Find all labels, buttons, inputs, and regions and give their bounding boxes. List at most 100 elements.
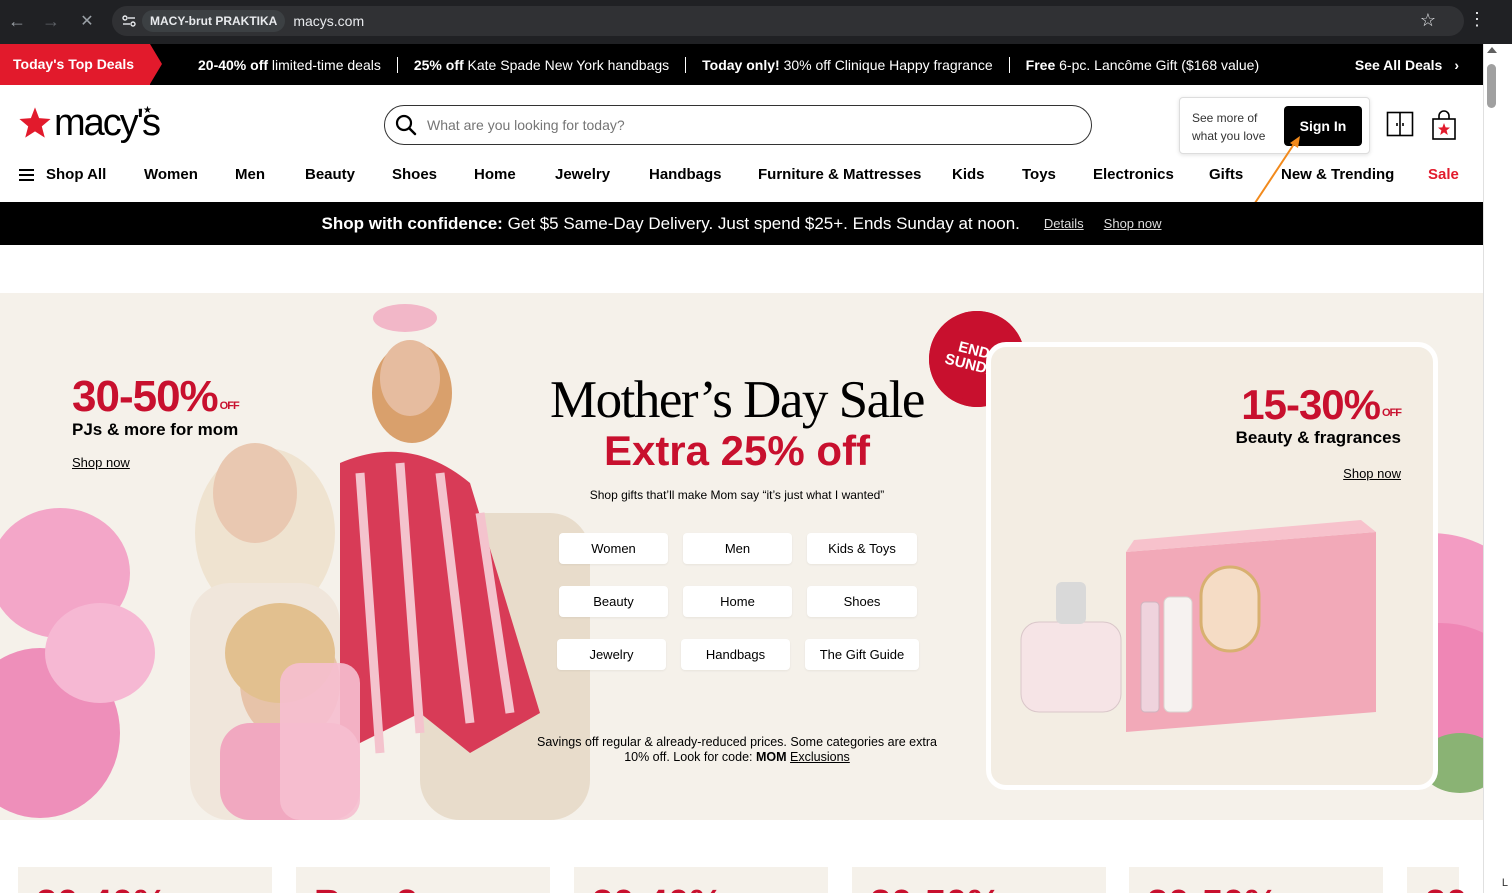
left-offer-pct: 30-50%	[72, 372, 219, 421]
bookmark-star-icon[interactable]: ☆	[1420, 10, 1436, 31]
right-offer: 15-30% OFF Beauty & fragrances Shop now	[1235, 381, 1402, 482]
hero-title: Mother’s Day Sale	[550, 371, 925, 429]
deal-tile[interactable]: 30	[1407, 867, 1467, 893]
nav-item-women[interactable]: Women	[144, 161, 198, 189]
nav-item-gifts[interactable]: Gifts	[1209, 161, 1243, 189]
category-button[interactable]: Jewelry	[557, 639, 666, 670]
category-button[interactable]: Beauty	[559, 586, 668, 617]
left-offer: 30-50% OFF PJs & more for mom Shop now	[72, 372, 240, 471]
left-offer-off: OFF	[219, 400, 240, 412]
hero-tagline: Shop gifts that’ll make Mom say “it’s ju…	[589, 488, 885, 502]
right-offer-percent: 15-30% OFF	[1236, 381, 1402, 428]
url-text[interactable]: macys.com	[293, 13, 364, 29]
nav-item-sale[interactable]: Sale	[1428, 161, 1459, 189]
nav-item-new-trending[interactable]: New & Trending	[1281, 161, 1394, 189]
macys-logo[interactable]: macy's ★	[18, 103, 161, 143]
nav-item-electronics[interactable]: Electronics	[1093, 161, 1174, 189]
deal-tile[interactable]: 30-40%	[18, 867, 272, 893]
category-button[interactable]: Handbags	[681, 639, 790, 670]
browser-menu-icon[interactable]: ⋮	[1468, 10, 1486, 28]
deals-list: 20-40% off limited-time deals 25% off Ka…	[198, 56, 1275, 73]
page-scrollbar[interactable]: L	[1483, 44, 1512, 893]
hero-extra-off: Extra 25% off	[603, 427, 871, 474]
back-icon[interactable]: ←	[0, 4, 34, 38]
forward-icon[interactable]: →	[34, 4, 68, 38]
category-button[interactable]: Shoes	[807, 586, 917, 617]
deal-item[interactable]: 25% off Kate Spade New York handbags	[398, 56, 687, 73]
deal-bold: 25% off	[413, 56, 464, 73]
deal-text: 30% off Clinique Happy fragrance	[779, 56, 993, 73]
nav-item-jewelry[interactable]: Jewelry	[555, 161, 610, 189]
scrollbar-thumb[interactable]	[1487, 64, 1496, 108]
star-icon	[19, 107, 51, 138]
nav-item-beauty[interactable]: Beauty	[305, 161, 355, 189]
nav-item-kids[interactable]: Kids	[952, 161, 985, 189]
nav-item-men[interactable]: Men	[235, 161, 265, 189]
right-offer-subtitle: Beauty & fragrances	[1235, 428, 1401, 447]
promo-body: Get $5 Same-Day Delivery. Just spend $25…	[502, 213, 1020, 233]
deal-tile[interactable]: Buy 2	[296, 867, 550, 893]
deal-text: limited-time deals	[268, 56, 381, 73]
promo-banner: Shop with confidence: Get $5 Same-Day De…	[0, 202, 1483, 245]
deal-bold: 20-40% off	[198, 56, 269, 73]
deal-tile[interactable]: 30-50%	[852, 867, 1106, 893]
category-button[interactable]: The Gift Guide	[805, 639, 919, 670]
site-settings-icon[interactable]	[116, 6, 142, 36]
logo-star-icon: ★	[143, 105, 152, 116]
promo-code: MOM	[756, 750, 787, 764]
hero-fine-print: Savings off regular & already-reduced pr…	[537, 735, 937, 765]
deal-text: 6-pc. Lancôme Gift ($168 value)	[1055, 56, 1260, 73]
site-header: macy's ★ See more of what you love Sign …	[0, 85, 1483, 210]
exclusions-link[interactable]: Exclusions	[790, 750, 850, 764]
promo-bold: Shop with confidence:	[321, 213, 503, 233]
nav-item-furniture[interactable]: Furniture & Mattresses	[758, 161, 921, 189]
stop-loading-icon[interactable]: ✕	[70, 4, 104, 38]
category-button[interactable]: Home	[683, 586, 792, 617]
search-bar[interactable]	[384, 105, 1092, 145]
see-all-deals-label: See All Deals	[1354, 56, 1443, 73]
left-offer-subtitle: PJs & more for mom	[72, 420, 239, 439]
shop-all-label: Shop All	[46, 166, 107, 183]
search-input[interactable]	[427, 117, 1027, 133]
shop-all-menu[interactable]: Shop All	[19, 161, 106, 189]
promo-details-link[interactable]: Details	[1044, 216, 1084, 231]
nav-item-shoes[interactable]: Shoes	[392, 161, 437, 189]
deal-item[interactable]: Free 6-pc. Lancôme Gift ($168 value)	[1010, 57, 1275, 73]
right-offer-pct: 15-30%	[1241, 381, 1381, 428]
deal-tile-text: 30-40%	[36, 885, 167, 893]
right-shop-now-link[interactable]: Shop now	[1236, 466, 1401, 481]
deal-item[interactable]: Today only! 30% off Clinique Happy fragr…	[686, 56, 1010, 73]
shopping-bag-icon[interactable]	[1430, 109, 1458, 141]
left-shop-now-link[interactable]: Shop now	[72, 455, 239, 470]
see-all-deals-link[interactable]: See All Deals ›	[1355, 57, 1459, 73]
category-button[interactable]: Women	[559, 533, 668, 564]
nav-item-toys[interactable]: Toys	[1022, 161, 1056, 189]
browser-toolbar: ← → ✕ MACY-brut PRAKTIKA macys.com ☆ ⋮	[0, 0, 1512, 44]
scroll-up-arrow-icon[interactable]	[1487, 47, 1497, 53]
search-icon[interactable]	[395, 114, 417, 136]
deal-tile-text: 30-50%	[1147, 885, 1278, 893]
address-bar[interactable]: MACY-brut PRAKTIKA macys.com ☆	[112, 6, 1464, 36]
deal-tile[interactable]: 30-50%	[1129, 867, 1383, 893]
promo-shop-now-link[interactable]: Shop now	[1104, 216, 1162, 231]
deal-bold: Free	[1025, 56, 1056, 73]
scroll-corner: L	[1501, 877, 1508, 889]
page: { "browser": { "profile_chip": "MACY-bru…	[0, 0, 1512, 893]
left-offer-percent: 30-50% OFF	[72, 372, 240, 421]
deal-tile-text: 30	[1425, 885, 1467, 893]
category-button[interactable]: Kids & Toys	[807, 533, 917, 564]
deal-bold: Today only!	[702, 56, 780, 73]
category-button[interactable]: Men	[683, 533, 792, 564]
deal-tile[interactable]: 30-40%	[574, 867, 828, 893]
chevron-right-icon: ›	[1454, 56, 1459, 73]
mothers-day-hero: 30-50% OFF PJs & more for mom Shop now Mo…	[0, 293, 1483, 820]
deal-text: Kate Spade New York handbags	[463, 56, 670, 73]
right-offer-off: OFF	[1382, 407, 1402, 419]
store-locator-icon[interactable]	[1386, 111, 1414, 137]
deal-item[interactable]: 20-40% off limited-time deals	[198, 56, 398, 73]
top-deals-label[interactable]: Today's Top Deals	[0, 44, 162, 85]
profile-chip[interactable]: MACY-brut PRAKTIKA	[142, 10, 286, 32]
nav-item-home[interactable]: Home	[474, 161, 516, 189]
nav-item-handbags[interactable]: Handbags	[649, 161, 722, 189]
top-deals-bar: Today's Top Deals 20-40% off limited-tim…	[0, 44, 1483, 85]
